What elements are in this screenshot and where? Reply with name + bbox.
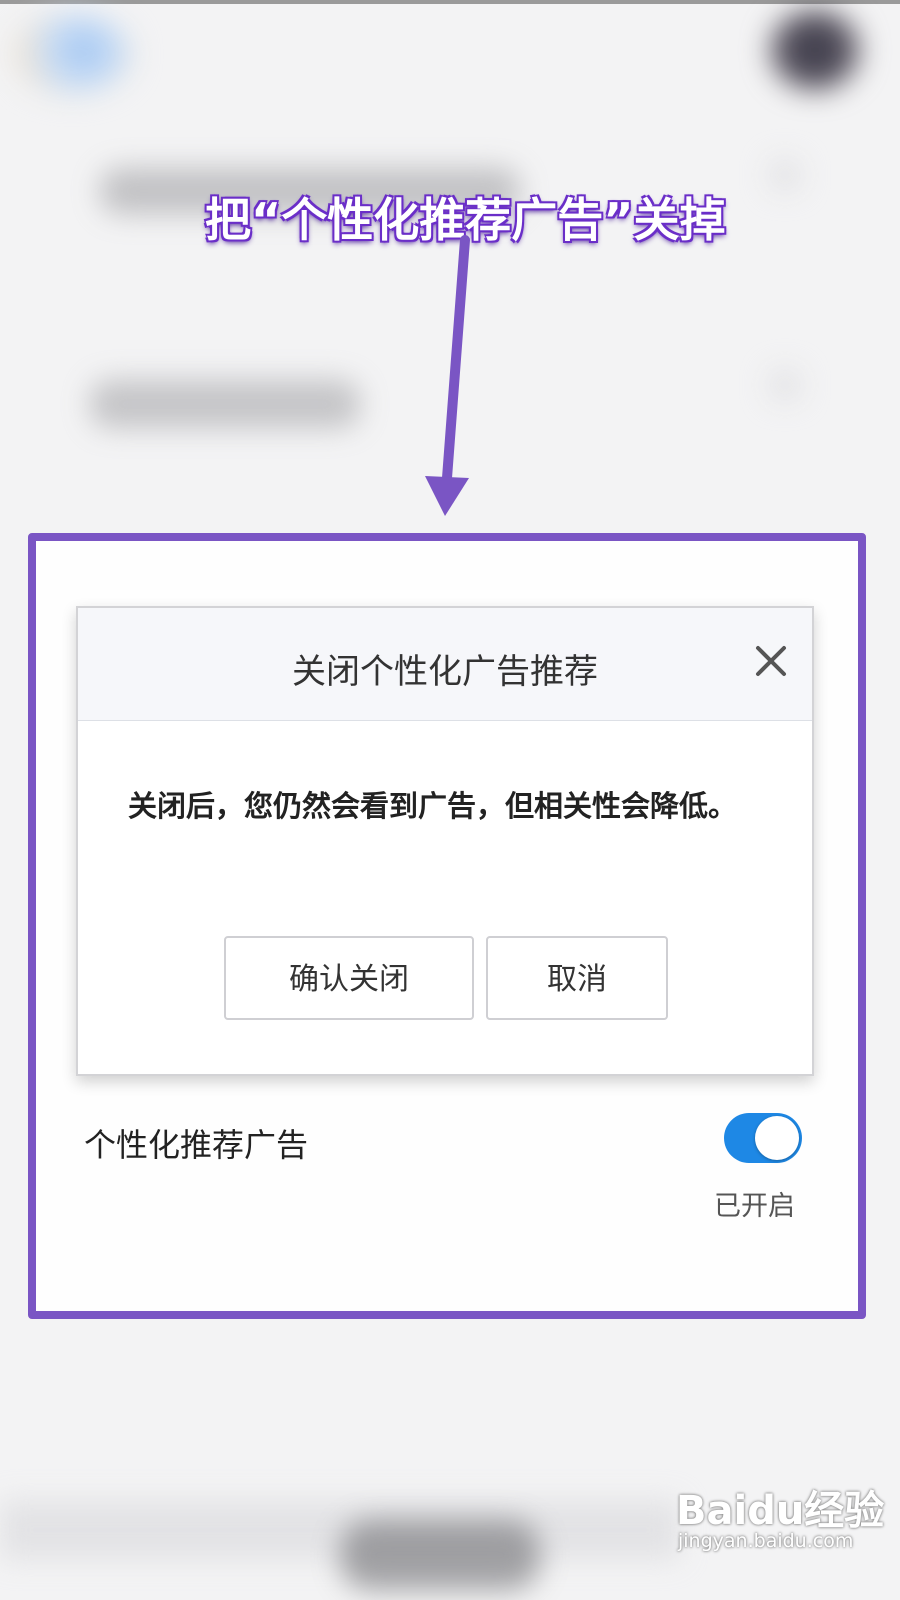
close-icon (756, 646, 786, 676)
close-personalized-ads-dialog: 关闭个性化广告推荐 关闭后，您仍然会看到广告，但相关性会降低。 确认关闭 取消 (76, 606, 814, 1076)
annotation-arrow-icon (425, 235, 470, 516)
dialog-title: 关闭个性化广告推荐 (292, 652, 598, 692)
confirm-close-button[interactable]: 确认关闭 (224, 936, 474, 1020)
personalized-ads-toggle[interactable] (724, 1113, 802, 1163)
personalized-ads-setting-label: 个性化推荐广告 (84, 1126, 309, 1164)
dialog-close-button[interactable] (748, 638, 794, 684)
watermark-site: jingyan.baidu.com (678, 1530, 854, 1552)
cancel-button[interactable]: 取消 (486, 936, 668, 1020)
dialog-message: 关闭后，您仍然会看到广告，但相关性会降低。 (128, 789, 738, 823)
baidu-jingyan-watermark: Baidu经验 jingyan.baidu.com (676, 1472, 896, 1562)
watermark-brand: Baidu经验 (676, 1488, 885, 1534)
toggle-status-text: 已开启 (714, 1191, 795, 1222)
toggle-knob (755, 1116, 799, 1160)
dialog-header: 关闭个性化广告推荐 (78, 608, 812, 721)
blurred-bottom-button (340, 1520, 540, 1590)
